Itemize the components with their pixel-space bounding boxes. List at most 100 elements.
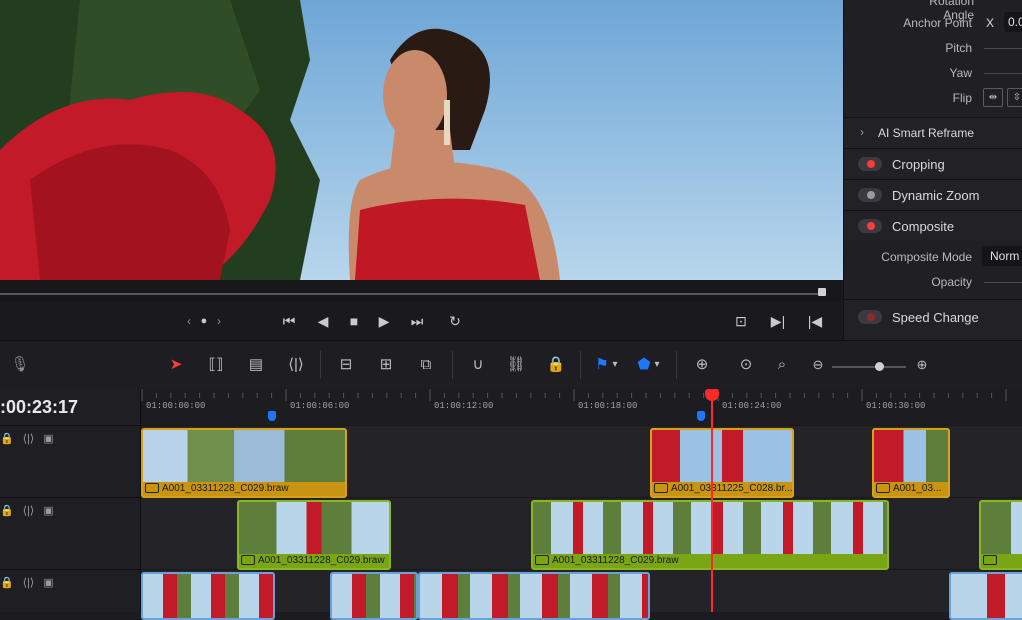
- ruler-label: 01:00:00:00: [146, 401, 206, 411]
- lock-icon[interactable]: 🔒: [0, 505, 14, 517]
- timeline-clip[interactable]: [979, 500, 1022, 570]
- loop-icon[interactable]: ↻: [444, 310, 466, 332]
- viewer-frame: [0, 0, 843, 280]
- timeline-clip[interactable]: A001_03...: [872, 428, 950, 498]
- timecode-display: :00:23:17: [0, 397, 79, 417]
- flip-vertical-icon[interactable]: ⇳: [1007, 88, 1022, 107]
- scrub-track: [0, 293, 822, 295]
- scrub-handle-icon[interactable]: [818, 288, 826, 296]
- track-monitor-icon[interactable]: ▣: [43, 577, 53, 589]
- section-speed-change[interactable]: Speed Change: [844, 299, 1022, 341]
- track-header-v3[interactable]: 🔒 ⟨|⟩ ▣: [0, 425, 140, 498]
- auto-select-icon[interactable]: ⟨|⟩: [23, 505, 34, 517]
- viewer-scrubber[interactable]: [0, 280, 843, 302]
- go-to-start-icon[interactable]: ⏮: [278, 310, 300, 332]
- composite-mode-label: Composite Mode: [881, 250, 972, 264]
- timeline-clip[interactable]: [330, 572, 418, 620]
- pitch-slider[interactable]: [984, 48, 1022, 49]
- lock-icon[interactable]: 🔒: [0, 577, 14, 589]
- clip-thumbnails: [533, 502, 887, 554]
- zoom-slider-handle[interactable]: [875, 362, 884, 371]
- toolbar-divider: [580, 351, 581, 379]
- track-monitor-icon[interactable]: ▣: [43, 505, 53, 517]
- clip-thumbnails: [143, 430, 345, 482]
- position-lock-icon[interactable]: 🔒: [544, 354, 568, 376]
- zoom-custom-icon[interactable]: ⌕: [770, 354, 794, 376]
- marker-icon[interactable]: [697, 411, 705, 421]
- dynamic-zoom-toggle[interactable]: [858, 188, 882, 202]
- play-icon[interactable]: ▶: [373, 310, 395, 332]
- section-title: Cropping: [892, 157, 945, 172]
- zoom-detail-icon[interactable]: ⊙: [734, 354, 758, 376]
- clip-thumbnails: [332, 574, 416, 618]
- clip-type-icon: [654, 483, 668, 494]
- timeline-clip[interactable]: [141, 572, 275, 620]
- section-title: Dynamic Zoom: [892, 188, 980, 203]
- insert-clip-icon[interactable]: ⊟: [334, 354, 358, 376]
- linked-selection-icon[interactable]: ⛓: [504, 354, 528, 376]
- clip-thumbnails: [981, 502, 1022, 554]
- chevron-down-icon[interactable]: ▾: [650, 354, 664, 376]
- composite-toggle[interactable]: [858, 219, 882, 233]
- overwrite-clip-icon[interactable]: ⊞: [374, 354, 398, 376]
- trim-edit-icon[interactable]: ⟦⟧: [204, 354, 228, 376]
- timeline-clip[interactable]: A001_03311228_C029.braw: [531, 500, 889, 570]
- dynamic-trim-icon[interactable]: ▤: [244, 354, 268, 376]
- track-monitor-icon[interactable]: ▣: [43, 433, 53, 445]
- stop-icon[interactable]: ■: [343, 310, 365, 332]
- clip-thumbnails: [239, 502, 389, 554]
- section-dynamic-zoom[interactable]: Dynamic Zoom: [844, 179, 1022, 210]
- auto-select-icon[interactable]: ⟨|⟩: [23, 577, 34, 589]
- zoom-in-icon[interactable]: ⊕: [910, 354, 934, 376]
- timeline-ruler[interactable]: 01:00:00:00 01:00:06:00 01:00:12:00 01:0…: [141, 389, 1022, 425]
- section-title: AI Smart Reframe: [878, 126, 975, 140]
- yaw-slider[interactable]: [984, 73, 1022, 74]
- replace-clip-icon[interactable]: ⧉: [414, 354, 438, 376]
- timeline-tracks: A001_03311228_C029.braw A001_03311225_C0…: [141, 425, 1022, 620]
- auto-select-icon[interactable]: ⟨|⟩: [23, 433, 34, 445]
- timeline-clip[interactable]: [418, 572, 650, 620]
- lock-icon[interactable]: 🔒: [0, 433, 14, 445]
- snapping-icon[interactable]: ∪: [466, 354, 490, 376]
- blade-icon[interactable]: ⟨|⟩: [284, 354, 308, 376]
- jog-right-icon[interactable]: ›: [208, 310, 230, 332]
- play-reverse-icon[interactable]: ◀: [312, 310, 334, 332]
- clip-thumbnails: [420, 574, 648, 618]
- zoom-slider[interactable]: [832, 366, 906, 368]
- speed-change-toggle[interactable]: [858, 310, 882, 324]
- previous-edit-icon[interactable]: |◀: [804, 310, 826, 332]
- section-ai-smart-reframe[interactable]: › AI Smart Reframe: [844, 117, 1022, 148]
- clip-thumbnails: [143, 574, 273, 618]
- track-header-v2[interactable]: 🔒 ⟨|⟩ ▣: [0, 497, 140, 570]
- section-cropping[interactable]: Cropping: [844, 148, 1022, 179]
- timeline-clip[interactable]: A001_03311228_C029.braw: [237, 500, 391, 570]
- match-frame-icon[interactable]: ⊡: [730, 310, 752, 332]
- composite-mode-select[interactable]: Norm: [982, 246, 1022, 266]
- section-composite[interactable]: Composite: [844, 210, 1022, 241]
- viewer-image: [0, 0, 843, 280]
- next-edit-icon[interactable]: ▶|: [767, 310, 789, 332]
- timeline-clip[interactable]: A001_03311225_C028.br...: [650, 428, 794, 498]
- cropping-toggle[interactable]: [858, 157, 882, 171]
- chevron-down-icon[interactable]: ▾: [608, 354, 622, 376]
- playhead[interactable]: [705, 389, 719, 612]
- zoom-out-icon[interactable]: ⊖: [806, 354, 830, 376]
- toolbar-divider: [452, 351, 453, 379]
- yaw-label: Yaw: [949, 66, 972, 80]
- ruler-label: 01:00:06:00: [290, 401, 350, 411]
- selection-pointer-icon[interactable]: ➤: [164, 354, 188, 376]
- timeline-clip[interactable]: A001_03311228_C029.braw: [141, 428, 347, 498]
- marker-icon[interactable]: [268, 411, 276, 421]
- flip-label: Flip: [952, 91, 972, 105]
- track-header-v1[interactable]: 🔒 ⟨|⟩ ▣: [0, 569, 140, 613]
- clip-type-icon: [241, 555, 255, 566]
- ruler-label: 01:00:24:00: [722, 401, 782, 411]
- anchor-point-field[interactable]: 0.0: [1004, 12, 1022, 32]
- opacity-slider[interactable]: [984, 282, 1022, 283]
- audio-mic-icon[interactable]: 🎙: [8, 354, 32, 376]
- timeline-clip[interactable]: [949, 572, 1022, 620]
- flip-horizontal-icon[interactable]: ⇹: [983, 88, 1003, 107]
- zoom-full-icon[interactable]: ⊕: [690, 354, 714, 376]
- go-to-end-icon[interactable]: ⏭: [406, 310, 428, 332]
- clip-label: A001_03311228_C029.braw: [241, 554, 385, 567]
